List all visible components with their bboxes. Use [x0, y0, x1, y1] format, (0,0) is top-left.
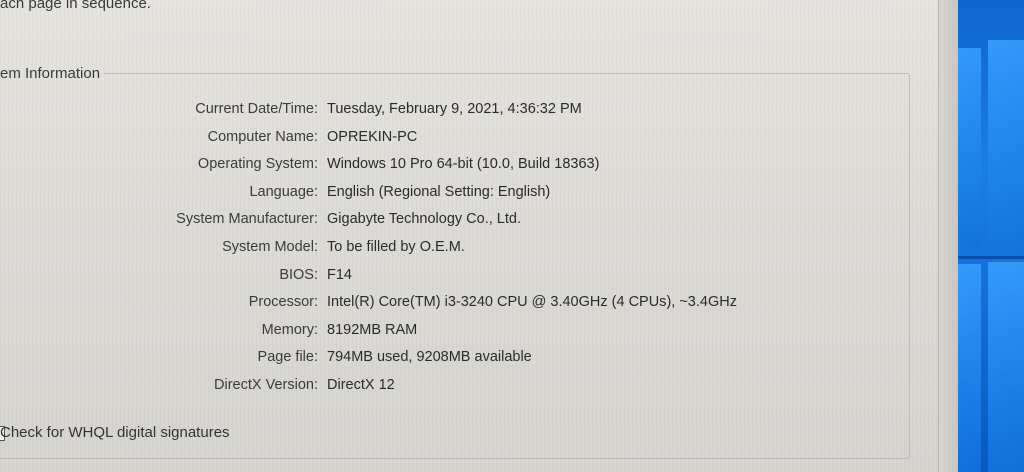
- system-info-list: Current Date/Time: Tuesday, February 9, …: [0, 99, 930, 403]
- row-processor: Processor: Intel(R) Core(TM) i3-3240 CPU…: [0, 292, 930, 320]
- dialog-right-border: [938, 0, 959, 472]
- row-current-date-time: Current Date/Time: Tuesday, February 9, …: [0, 99, 930, 127]
- windows-logo-pane: [988, 262, 1024, 472]
- row-directx-version: DirectX Version: DirectX 12: [0, 375, 930, 403]
- whql-checkbox-label[interactable]: Check for WHQL digital signatures: [0, 424, 230, 441]
- windows-logo-pane: [988, 40, 1024, 252]
- row-value: F14: [327, 266, 352, 283]
- row-memory: Memory: 8192MB RAM: [0, 320, 930, 348]
- desktop-background: [958, 0, 1024, 472]
- row-label: Language:: [249, 183, 318, 200]
- windows-logo-pane: [958, 48, 981, 248]
- windows-logo-divider: [958, 256, 1024, 259]
- directx-diagnostic-dialog: ach page in sequence. em Information Cur…: [0, 0, 959, 472]
- row-label: System Manufacturer:: [176, 211, 318, 228]
- row-computer-name: Computer Name: OPREKIN-PC: [0, 127, 930, 155]
- row-value: DirectX 12: [327, 376, 395, 393]
- row-value: OPREKIN-PC: [327, 128, 418, 145]
- windows-logo-pane: [958, 264, 981, 472]
- row-value: 794MB used, 9208MB available: [327, 349, 532, 366]
- row-label: BIOS:: [279, 266, 318, 283]
- row-page-file: Page file: 794MB used, 9208MB available: [0, 347, 930, 375]
- row-label: Page file:: [257, 349, 318, 366]
- row-label: DirectX Version:: [214, 376, 318, 393]
- intro-text: ach page in sequence.: [0, 0, 151, 12]
- row-label: Computer Name:: [207, 128, 318, 145]
- row-value: To be filled by O.E.M.: [327, 238, 465, 255]
- row-label: Processor:: [248, 294, 318, 311]
- row-value: 8192MB RAM: [327, 321, 418, 338]
- row-language: Language: English (Regional Setting: Eng…: [0, 182, 930, 210]
- row-bios: BIOS: F14: [0, 265, 930, 293]
- row-value: Intel(R) Core(TM) i3-3240 CPU @ 3.40GHz …: [327, 294, 737, 311]
- row-value: English (Regional Setting: English): [327, 183, 551, 200]
- row-label: Memory:: [261, 321, 318, 338]
- row-operating-system: Operating System: Windows 10 Pro 64-bit …: [0, 154, 930, 182]
- row-system-model: System Model: To be filled by O.E.M.: [0, 237, 930, 265]
- row-value: Windows 10 Pro 64-bit (10.0, Build 18363…: [327, 156, 600, 173]
- row-label: Current Date/Time:: [195, 101, 318, 117]
- row-label: System Model:: [222, 238, 318, 255]
- groupbox-title: em Information: [0, 65, 105, 82]
- row-system-manufacturer: System Manufacturer: Gigabyte Technology…: [0, 209, 930, 237]
- row-value: Tuesday, February 9, 2021, 4:36:32 PM: [327, 101, 582, 117]
- row-label: Operating System:: [197, 156, 318, 173]
- row-value: Gigabyte Technology Co., Ltd.: [327, 211, 521, 228]
